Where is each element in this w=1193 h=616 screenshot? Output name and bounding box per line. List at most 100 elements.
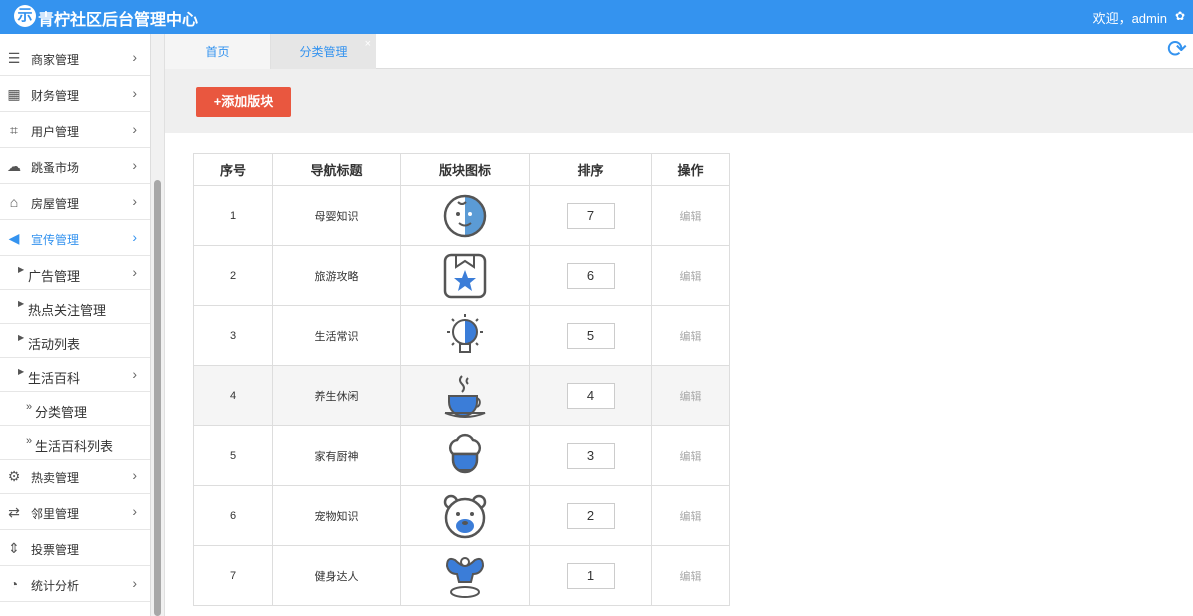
- order-input[interactable]: 4: [566, 382, 615, 409]
- column-header-action: 操作: [651, 153, 730, 186]
- sidebar-subitem-activities[interactable]: ▶ 活动列表: [0, 324, 150, 358]
- chevron-right-icon: ›: [132, 229, 137, 245]
- edit-link[interactable]: 编辑: [680, 571, 702, 583]
- sidebar-item-label: 统计分析: [31, 579, 80, 593]
- logo: 示: [14, 5, 36, 27]
- gear-icon[interactable]: ✿: [1175, 9, 1185, 23]
- tab-category-management[interactable]: 分类管理 ×: [271, 34, 376, 69]
- row-title: 养生休闲: [272, 365, 401, 426]
- edit-link[interactable]: 编辑: [680, 391, 702, 403]
- row-order-cell: 5: [529, 305, 652, 366]
- row-action-cell: 编辑: [651, 425, 730, 486]
- row-title: 家有厨神: [272, 425, 401, 486]
- sidebar-item-housing[interactable]: ⌂ 房屋管理 ›: [0, 184, 150, 220]
- close-icon[interactable]: ×: [365, 26, 371, 62]
- sidebar-item-label: 房屋管理: [31, 197, 80, 211]
- sidebar-sub2item-encyclopedia-list[interactable]: » 生活百科列表: [0, 426, 150, 460]
- order-input[interactable]: 7: [566, 202, 615, 229]
- sidebar-item-statistics[interactable]: ◔ 统计分析 ›: [0, 566, 150, 602]
- sidebar-item-label: 投票管理: [31, 543, 80, 557]
- list-icon: ☰: [7, 50, 21, 66]
- row-title: 健身达人: [272, 545, 401, 606]
- column-header-icon: 版块图标: [400, 153, 530, 186]
- table-row: 5 家有厨神 3 编辑: [193, 425, 730, 486]
- row-title: 旅游攻略: [272, 245, 401, 306]
- sidebar-item-hot-sale[interactable]: ⚙ 热卖管理 ›: [0, 458, 150, 494]
- edit-link[interactable]: 编辑: [680, 331, 702, 343]
- tab-home[interactable]: 首页: [165, 34, 271, 69]
- coffee-cup-icon: [444, 374, 486, 418]
- toolbar: +添加版块: [165, 69, 1193, 133]
- table-row: 3 生活常识 5 编辑: [193, 305, 730, 366]
- sidebar-item-voting[interactable]: ⇕ 投票管理: [0, 530, 150, 566]
- caret-right-icon: ▶: [18, 333, 25, 342]
- sidebar-item-label: 用户管理: [31, 125, 80, 139]
- row-icon-cell: [400, 185, 530, 246]
- row-no: 6: [193, 485, 273, 546]
- add-section-button[interactable]: +添加版块: [196, 87, 291, 117]
- edit-link[interactable]: 编辑: [680, 271, 702, 283]
- order-input[interactable]: 3: [566, 442, 615, 469]
- order-input[interactable]: 2: [566, 502, 615, 529]
- bookmark-star-icon: [443, 253, 487, 298]
- caret-right-icon: ▶: [18, 299, 25, 308]
- sidebar-subitem-label: 热点关注管理: [28, 303, 107, 318]
- edit-link[interactable]: 编辑: [680, 511, 702, 523]
- row-no: 2: [193, 245, 273, 306]
- row-title: 宠物知识: [272, 485, 401, 546]
- chevron-right-icon: ›: [132, 575, 137, 591]
- order-input[interactable]: 1: [566, 562, 615, 589]
- sidebar-sub2item-label: 分类管理: [35, 405, 88, 420]
- row-action-cell: 编辑: [651, 245, 730, 306]
- sort-icon: ⇕: [8, 540, 20, 556]
- edit-link[interactable]: 编辑: [680, 451, 702, 463]
- sidebar-subitem-encyclopedia[interactable]: ▶ 生活百科 ›: [0, 358, 150, 392]
- row-icon-cell: [400, 485, 530, 546]
- chevron-right-icon: ›: [132, 467, 137, 483]
- bodybuilder-icon: [445, 556, 485, 598]
- order-input[interactable]: 6: [566, 262, 615, 289]
- column-header-title: 导航标题: [272, 153, 401, 186]
- chef-hat-icon: [448, 433, 482, 473]
- sidebar-sub2item-label: 生活百科列表: [35, 439, 114, 454]
- chevron-right-icon: ›: [132, 503, 137, 519]
- chevron-right-icon: ›: [132, 366, 137, 382]
- column-header-order: 排序: [529, 153, 652, 186]
- chevron-right-icon: ›: [132, 121, 137, 137]
- sidebar-item-publicity[interactable]: ◀ 宣传管理 ›: [0, 220, 150, 256]
- sidebar-item-finance[interactable]: ▦ 财务管理 ›: [0, 76, 150, 112]
- app-title: 青柠社区后台管理中心: [38, 12, 199, 29]
- sidebar-item-users[interactable]: ⌗ 用户管理 ›: [0, 112, 150, 148]
- volume-icon: ◀: [8, 230, 20, 246]
- row-icon-cell: [400, 425, 530, 486]
- table-row: 6 宠物知识 2 编辑: [193, 485, 730, 546]
- sidebar-scrollbar-thumb[interactable]: [154, 180, 161, 616]
- row-no: 1: [193, 185, 273, 246]
- row-no: 3: [193, 305, 273, 366]
- cloud-icon: ☁: [7, 158, 21, 174]
- sidebar-item-neighbors[interactable]: ⇄ 邻里管理 ›: [0, 494, 150, 530]
- sidebar-sub2item-category[interactable]: » 分类管理: [0, 392, 150, 426]
- row-action-cell: 编辑: [651, 485, 730, 546]
- sidebar-item-label: 商家管理: [31, 53, 80, 67]
- sidebar: ☰ 商家管理 › ▦ 财务管理 › ⌗ 用户管理 › ☁ 跳蚤市场 › ⌂ 房屋…: [0, 34, 151, 616]
- row-icon-cell: [400, 245, 530, 306]
- order-input[interactable]: 5: [566, 322, 615, 349]
- gear-icon: ⚙: [7, 468, 21, 484]
- double-chevron-icon: »: [26, 435, 33, 447]
- edit-link[interactable]: 编辑: [680, 211, 702, 223]
- table-row: 7 健身达人 1 编辑: [193, 545, 730, 606]
- chevron-right-icon: ›: [132, 157, 137, 173]
- refresh-icon[interactable]: ⟳: [1167, 38, 1187, 62]
- row-order-cell: 7: [529, 185, 652, 246]
- sidebar-subitem-hot-topics[interactable]: ▶ 热点关注管理: [0, 290, 150, 324]
- table-row: 1 母婴知识 7 编辑: [193, 185, 730, 246]
- sidebar-item-flea-market[interactable]: ☁ 跳蚤市场 ›: [0, 148, 150, 184]
- pie-chart-icon: ◔: [9, 576, 19, 592]
- baby-icon: [443, 194, 487, 237]
- welcome-user[interactable]: 欢迎，admin: [1093, 8, 1167, 27]
- chevron-right-icon: ›: [132, 49, 137, 65]
- sidebar-item-merchant[interactable]: ☰ 商家管理 ›: [0, 40, 150, 76]
- row-order-cell: 6: [529, 245, 652, 306]
- sidebar-subitem-ads[interactable]: ▶ 广告管理 ›: [0, 256, 150, 290]
